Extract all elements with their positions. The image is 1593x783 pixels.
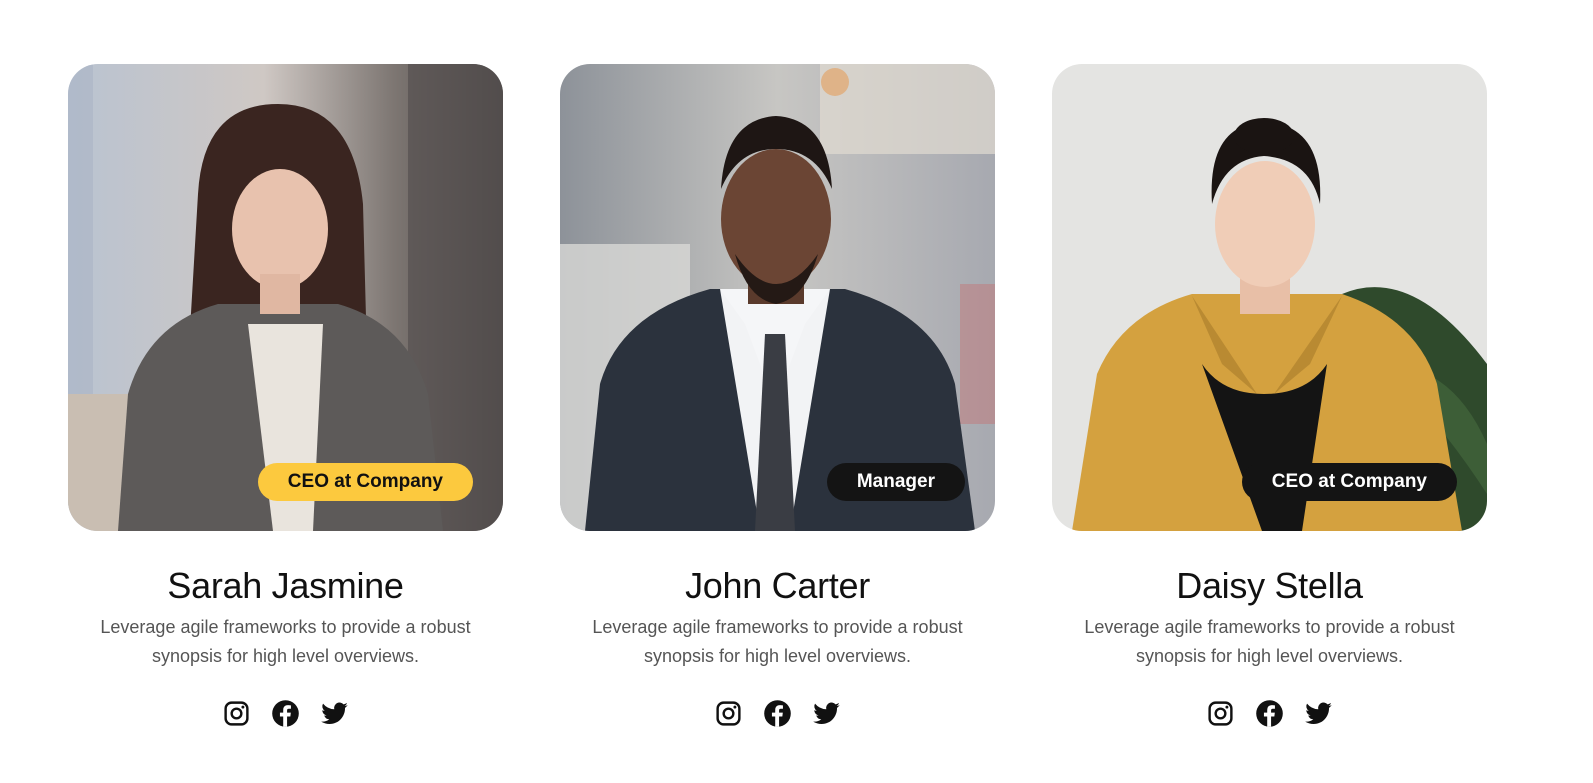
member-name: John Carter	[685, 565, 870, 606]
social-links	[1052, 699, 1487, 728]
facebook-icon[interactable]	[271, 699, 300, 728]
member-photo: Manager	[560, 64, 995, 531]
member-name: Daisy Stella	[1176, 565, 1363, 606]
member-description: Leverage agile frameworks to provide a r…	[1084, 617, 1455, 666]
team-grid: CEO at Company Sarah Jasmine Leverage ag…	[0, 0, 1593, 783]
portrait-image	[68, 64, 503, 531]
social-links	[68, 699, 503, 728]
team-card-john: Manager John Carter Leverage agile frame…	[560, 64, 995, 728]
member-photo: CEO at Company	[1052, 64, 1487, 531]
member-description: Leverage agile frameworks to provide a r…	[100, 617, 471, 666]
twitter-icon[interactable]	[320, 699, 349, 728]
facebook-icon[interactable]	[1255, 699, 1284, 728]
member-description: Leverage agile frameworks to provide a r…	[592, 617, 963, 666]
role-badge: Manager	[826, 463, 965, 501]
portrait-image	[560, 64, 995, 531]
team-card-daisy: CEO at Company Daisy Stella Leverage agi…	[1052, 64, 1487, 728]
portrait-image	[1052, 64, 1487, 531]
instagram-icon[interactable]	[714, 699, 743, 728]
twitter-icon[interactable]	[1304, 699, 1333, 728]
twitter-icon[interactable]	[812, 699, 841, 728]
social-links	[560, 699, 995, 728]
team-card-sarah: CEO at Company Sarah Jasmine Leverage ag…	[68, 64, 503, 728]
member-photo: CEO at Company	[68, 64, 503, 531]
instagram-icon[interactable]	[1206, 699, 1235, 728]
role-badge: CEO at Company	[1241, 463, 1457, 501]
instagram-icon[interactable]	[222, 699, 251, 728]
member-name: Sarah Jasmine	[167, 565, 404, 606]
facebook-icon[interactable]	[763, 699, 792, 728]
role-badge: CEO at Company	[257, 463, 473, 501]
